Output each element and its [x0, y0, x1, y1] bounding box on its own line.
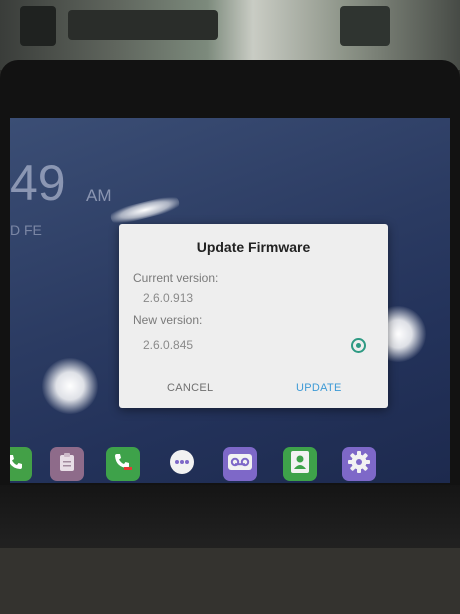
radio-selected-dot	[356, 343, 361, 348]
settings-icon	[347, 450, 371, 479]
clock-ampm: AM	[86, 186, 112, 205]
background-object	[68, 10, 218, 40]
app-drawer[interactable]	[165, 447, 199, 481]
new-version-label: New version:	[133, 313, 203, 327]
contacts-icon	[289, 450, 311, 479]
background-surface	[0, 548, 460, 614]
current-version-label: Current version:	[133, 271, 219, 285]
phone-icon	[10, 453, 24, 476]
new-version-option[interactable]: 2.6.0.845	[143, 338, 193, 352]
clipboard-app[interactable]	[50, 447, 84, 481]
phone-app[interactable]	[10, 447, 32, 481]
call-log-app[interactable]	[106, 447, 140, 481]
screen-glare	[42, 358, 98, 414]
background-object	[340, 6, 390, 46]
app-drawer-icon	[169, 449, 195, 480]
update-firmware-dialog: Update Firmware Current version: 2.6.0.9…	[119, 224, 388, 408]
clipboard-icon	[58, 452, 76, 477]
clock-date: D FE	[10, 222, 42, 238]
update-button[interactable]: UPDATE	[296, 382, 342, 394]
voicemail-icon	[227, 453, 253, 476]
current-version-value: 2.6.0.913	[143, 291, 194, 305]
voicemail-app[interactable]	[223, 447, 257, 481]
background-object	[20, 6, 56, 46]
dialog-title: Update Firmware	[196, 239, 311, 255]
call-log-icon	[113, 452, 133, 477]
cancel-button[interactable]: CANCEL	[167, 382, 213, 394]
app-dock	[10, 447, 450, 481]
contacts-app[interactable]	[283, 447, 317, 481]
new-version-radio[interactable]	[351, 338, 366, 353]
screen-glare	[109, 193, 181, 227]
clock-time: 49	[10, 155, 66, 211]
settings-app[interactable]	[342, 447, 376, 481]
